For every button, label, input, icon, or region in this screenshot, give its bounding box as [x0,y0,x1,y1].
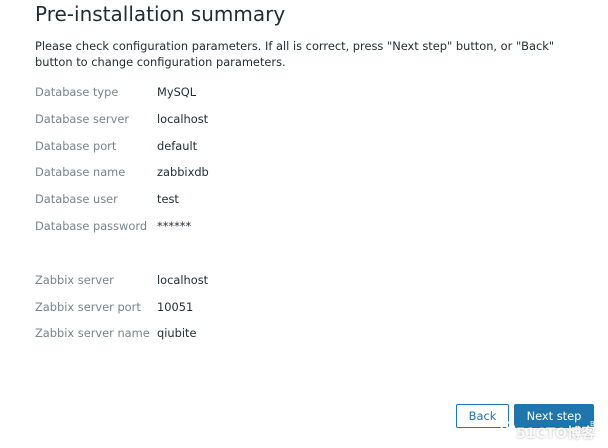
database-user-value: test [157,192,179,206]
zabbix-server-name-value: qiubite [157,326,197,340]
database-password-label: Database password [35,219,148,233]
database-server-label: Database server [35,112,130,126]
zabbix-server-name-label: Zabbix server name [35,326,150,340]
zabbix-server-port-value: 10051 [157,300,194,314]
zabbix-server-label: Zabbix server [35,273,114,287]
zabbix-server-value: localhost [157,273,209,287]
database-name-value: zabbixdb [157,165,209,179]
database-name-label: Database name [35,165,126,179]
page-description: Please check configuration parameters. I… [35,39,555,69]
page-title: Pre-installation summary [35,2,286,26]
database-type-value: MySQL [157,85,197,99]
database-port-label: Database port [35,139,117,153]
next-step-button[interactable]: Next step [514,404,594,428]
database-type-label: Database type [35,85,119,99]
database-password-value: ****** [157,219,192,233]
database-server-value: localhost [157,112,209,126]
database-port-value: default [157,139,198,153]
zabbix-server-port-label: Zabbix server port [35,300,141,314]
back-button[interactable]: Back [456,404,509,428]
database-user-label: Database user [35,192,118,206]
